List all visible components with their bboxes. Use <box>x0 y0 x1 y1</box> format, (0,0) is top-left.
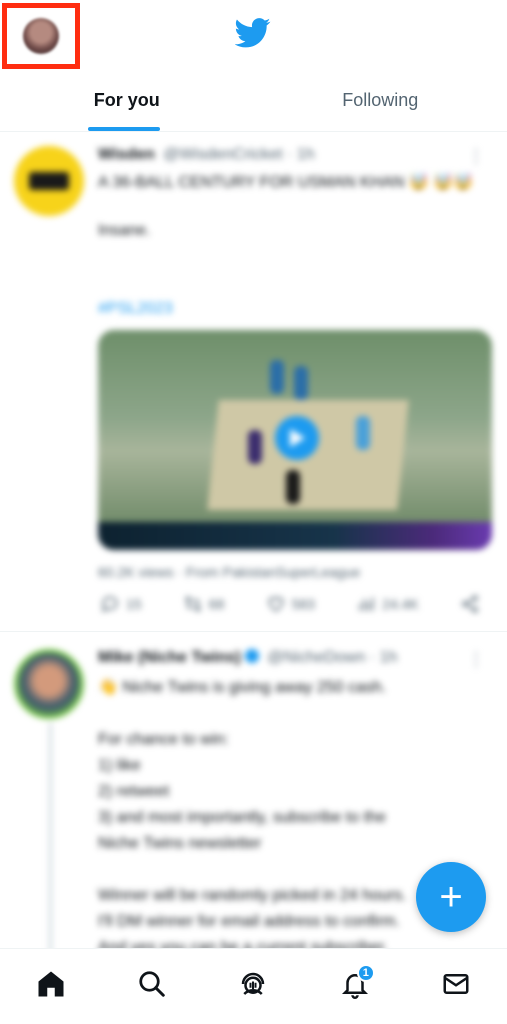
notifications-badge: 1 <box>356 963 375 982</box>
retweet-button[interactable]: 68 <box>183 594 225 614</box>
plus-icon: + <box>439 875 463 919</box>
spaces-icon <box>242 972 265 995</box>
timeline-tabs: For you Following <box>0 70 507 132</box>
video-player-figure <box>356 416 370 450</box>
tweet-text-line: 3) and most importantly, subscribe to th… <box>98 809 386 826</box>
nav-spaces[interactable] <box>223 954 283 1014</box>
tweet-video[interactable] <box>98 330 492 550</box>
reply-button[interactable]: 15 <box>100 594 142 614</box>
like-button[interactable]: 583 <box>266 594 315 614</box>
tweet-hashtag[interactable]: #PSL2023 <box>98 298 488 320</box>
tweet-author-name[interactable]: Mike (Niche Twins) <box>98 649 241 666</box>
video-scorebar <box>98 522 492 550</box>
nav-search[interactable] <box>122 954 182 1014</box>
share-icon <box>462 595 478 613</box>
tweet-author-handle: @WisdenCricket · 1h <box>163 146 315 163</box>
tweet-text-line-2: Insane. <box>98 222 151 239</box>
tweet-text-line: Niche Twins newsletter <box>98 835 262 852</box>
tweet-text-line: And yes you can be a current subscriber. <box>98 939 388 948</box>
tweet-author-name[interactable]: Wisden <box>98 146 155 163</box>
bottom-navigation: 1 <box>0 948 507 1024</box>
home-icon <box>38 971 64 996</box>
nav-messages[interactable] <box>426 954 486 1014</box>
tweet-text: A 36-BALL CENTURY FOR USMAN KHAN 🤯 🤯🤯 <box>98 174 474 191</box>
more-options-icon[interactable]: ⋮ <box>467 649 485 670</box>
tweet-actions: 15 68 583 24.4K <box>100 594 480 614</box>
tweet-views: 60.2K views · From PakistanSuperLeague <box>98 564 361 580</box>
compose-tweet-button[interactable]: + <box>416 862 486 932</box>
nav-notifications[interactable]: 1 <box>325 954 385 1014</box>
tweet-author-handle: @NicheDown · 1h <box>267 649 398 666</box>
tweet-author-avatar[interactable] <box>14 649 84 719</box>
tweet-text-line: 👋 Niche Twins is giving away 250 cash. <box>98 679 387 696</box>
video-player-figure <box>270 360 284 394</box>
wisden-logo <box>29 172 69 190</box>
tab-following-label: Following <box>342 90 419 110</box>
share-button[interactable] <box>460 594 480 614</box>
tweet-header: Mike (Niche Twins) @NicheDown · 1h <box>98 649 397 667</box>
views-button[interactable]: 24.4K <box>356 594 419 614</box>
tweet-text-line: For chance to win: <box>98 731 229 748</box>
retweet-icon <box>184 596 201 612</box>
search-icon <box>139 970 165 997</box>
reply-icon <box>101 596 118 613</box>
heart-icon <box>268 597 284 612</box>
verified-badge-icon <box>244 649 259 663</box>
top-bar <box>0 0 507 70</box>
retweet-count: 68 <box>208 596 225 612</box>
play-icon[interactable] <box>275 416 319 460</box>
video-player-figure <box>294 366 308 400</box>
tab-for-you[interactable]: For you <box>0 70 254 131</box>
tweet-author-avatar[interactable] <box>14 146 84 216</box>
reply-count: 15 <box>126 596 142 612</box>
nav-home[interactable] <box>21 954 81 1014</box>
more-options-icon[interactable]: ⋮ <box>467 146 485 167</box>
tweet-card[interactable]: Wisden @WisdenCricket · 1h ⋮ A 36-BALL C… <box>0 132 507 632</box>
like-count: 583 <box>291 596 315 612</box>
video-player-figure <box>248 430 262 464</box>
messages-icon <box>443 973 469 994</box>
profile-avatar-button[interactable] <box>2 3 80 69</box>
twitter-bird-icon <box>235 18 271 48</box>
tweet-text-line: 1) like <box>98 757 141 774</box>
video-player-figure <box>286 470 300 504</box>
tweet-text-line: 2) retweet <box>98 783 170 800</box>
bar-chart-icon <box>359 597 374 611</box>
tab-for-you-label: For you <box>93 90 160 110</box>
active-tab-indicator <box>88 127 160 131</box>
thread-line <box>49 723 52 948</box>
views-count: 24.4K <box>382 596 419 612</box>
tweet-header: Wisden @WisdenCricket · 1h <box>98 146 315 164</box>
avatar <box>23 18 59 54</box>
tab-following[interactable]: Following <box>254 70 507 131</box>
